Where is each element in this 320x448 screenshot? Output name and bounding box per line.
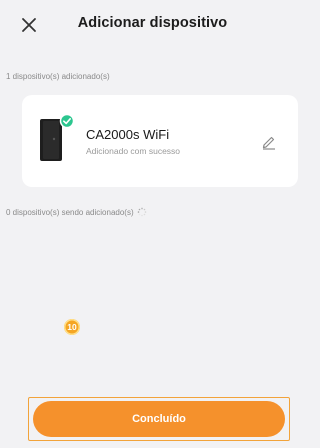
device-image	[40, 113, 75, 161]
pencil-icon	[262, 136, 275, 150]
step-number-badge: 10	[64, 319, 80, 335]
loading-spinner-icon	[137, 207, 146, 217]
done-button[interactable]: Concluído	[33, 401, 285, 437]
added-devices-label: 1 dispositivo(s) adicionado(s)	[6, 72, 110, 81]
adding-devices-text: 0 dispositivo(s) sendo adicionado(s)	[6, 207, 134, 217]
edit-button[interactable]	[260, 133, 278, 151]
device-card: CA2000s WiFi Adicionado com sucesso	[22, 95, 298, 187]
adding-devices-label: 0 dispositivo(s) sendo adicionado(s)	[6, 207, 147, 217]
device-name: CA2000s WiFi	[86, 127, 170, 142]
device-status: Adicionado com sucesso	[86, 146, 181, 156]
header: Adicionar dispositivo	[0, 0, 305, 48]
check-badge-icon	[59, 113, 75, 129]
page-title: Adicionar dispositivo	[77, 15, 228, 31]
